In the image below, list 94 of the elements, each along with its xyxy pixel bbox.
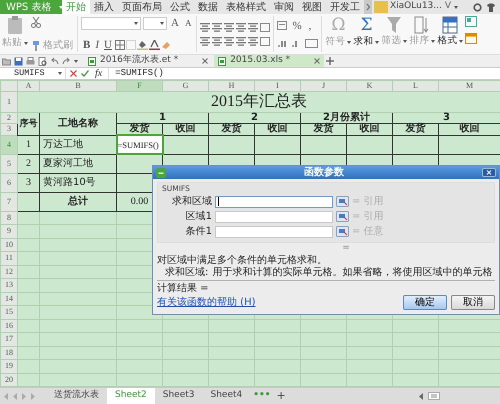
ribbon-tool-button[interactable]: Σ 求和 bbox=[353, 16, 380, 48]
field-hint: = 引用 bbox=[352, 211, 384, 222]
menu-tab[interactable]: 审阅 bbox=[270, 0, 298, 14]
result-value: = bbox=[342, 244, 350, 254]
dialog-title: 函数参数 bbox=[303, 167, 345, 178]
add-sheet-button[interactable]: + bbox=[274, 388, 289, 404]
field-hint: = 任意 bbox=[352, 226, 384, 238]
argument-name: 求和区域: bbox=[165, 267, 208, 278]
table-cell: 2 bbox=[18, 154, 40, 173]
row-header[interactable]: 17 bbox=[0, 332, 18, 346]
ok-button[interactable]: 确定 bbox=[403, 295, 447, 310]
row-header[interactable]: 9 bbox=[0, 224, 18, 238]
help-link[interactable]: 有关该函数的帮助 (H) bbox=[157, 297, 256, 308]
row-header[interactable]: 5 bbox=[0, 154, 18, 173]
table-cell: 发货 bbox=[300, 124, 346, 135]
underline-button[interactable]: U bbox=[102, 38, 114, 51]
table-cell: 收回 bbox=[162, 124, 208, 135]
shrink-font-button[interactable]: A bbox=[182, 18, 194, 28]
row-header[interactable]: 7 bbox=[0, 192, 18, 211]
table-cell: 收回 bbox=[254, 124, 300, 135]
menu-tab[interactable]: 开始 bbox=[62, 0, 90, 14]
column-header[interactable]: I bbox=[254, 80, 300, 92]
column-header[interactable]: B bbox=[40, 80, 116, 92]
table-cell: 发货 bbox=[392, 124, 438, 135]
table-cell: 序号 bbox=[18, 112, 40, 135]
document-tab[interactable]: 2016年流水表.et * bbox=[84, 55, 212, 67]
function-description: 对区域中满足多个条件的单元格求和。 bbox=[157, 255, 328, 266]
row-header[interactable]: 8 bbox=[0, 211, 18, 224]
menu-tab[interactable]: 表格样式 bbox=[222, 0, 270, 14]
row-header[interactable]: 11 bbox=[0, 252, 18, 265]
name-box[interactable]: SUMIFS bbox=[0, 68, 66, 79]
table-cell: 1 bbox=[18, 135, 40, 154]
argument-description: 用于求和计算的实际单元格。如果省略，将使用区域中的单元格 bbox=[212, 267, 492, 278]
menu-tab[interactable]: 公式 bbox=[166, 0, 194, 14]
column-header[interactable]: M bbox=[438, 80, 500, 92]
row-header[interactable]: 15 bbox=[0, 306, 18, 319]
sheet-tab[interactable]: Sheet4 bbox=[202, 388, 250, 404]
table-cell: 3 bbox=[392, 112, 500, 124]
table-cell: 收回 bbox=[346, 124, 392, 135]
table-cell: 夏家河工地 bbox=[40, 154, 116, 173]
table-cell: 总计 bbox=[40, 192, 116, 211]
row-header[interactable]: 3 bbox=[0, 124, 18, 135]
table-cell: 工地名称 bbox=[40, 112, 116, 135]
menu-tab[interactable]: 数据 bbox=[194, 0, 222, 14]
table-cell: 2 bbox=[208, 112, 300, 124]
table-cell: 黄河路10号 bbox=[40, 173, 116, 192]
table-cell: 发货 bbox=[208, 124, 254, 135]
insert-function-button[interactable]: fx bbox=[93, 68, 104, 79]
sheet-tab[interactable]: Sheet2 bbox=[107, 388, 155, 404]
grow-font-button[interactable]: A bbox=[169, 17, 181, 30]
column-header[interactable]: A bbox=[18, 80, 40, 92]
row-header[interactable]: 14 bbox=[0, 292, 18, 306]
user-name[interactable]: XiaOLu13... bbox=[390, 2, 442, 12]
row-header[interactable]: 12 bbox=[0, 265, 18, 278]
menu-tab[interactable]: 视图 bbox=[298, 0, 326, 14]
column-header[interactable]: G bbox=[162, 80, 208, 92]
field-hint: = 引用 bbox=[352, 196, 384, 208]
sheet-title: 2015年汇总表 bbox=[18, 92, 500, 112]
row-header[interactable]: 2 bbox=[0, 112, 18, 124]
menu-tab[interactable]: 页面布局 bbox=[118, 0, 166, 14]
menu-tab[interactable]: 插入 bbox=[90, 0, 118, 14]
italic-button[interactable]: I bbox=[93, 38, 102, 51]
field-label: 条件1 bbox=[184, 226, 212, 238]
row-header[interactable]: 20 bbox=[0, 373, 18, 386]
ribbon-tool-button[interactable]: 格式 bbox=[437, 16, 464, 46]
field-label: 求和区域 bbox=[171, 196, 212, 208]
row-header[interactable]: 10 bbox=[0, 238, 18, 252]
formula-field[interactable]: =SUMIFS() bbox=[108, 68, 500, 79]
row-header[interactable]: 19 bbox=[0, 360, 18, 373]
row-header[interactable]: 1 bbox=[0, 92, 18, 112]
document-tab[interactable]: 2015.03.xls * bbox=[214, 55, 324, 67]
row-header[interactable]: 16 bbox=[0, 319, 18, 332]
result-label: 计算结果 = bbox=[157, 283, 210, 294]
table-cell: 1 bbox=[116, 112, 208, 124]
row-header[interactable]: 13 bbox=[0, 278, 18, 292]
row-header[interactable]: 18 bbox=[0, 346, 18, 360]
vip-label: V bbox=[444, 2, 452, 12]
column-header[interactable]: H bbox=[208, 80, 254, 92]
field-label: 区域1 bbox=[184, 211, 212, 222]
thousands-button[interactable]: , bbox=[306, 20, 314, 32]
column-header[interactable]: L bbox=[392, 80, 438, 92]
percent-button[interactable]: % bbox=[290, 20, 304, 32]
column-header[interactable]: K bbox=[346, 80, 392, 92]
table-cell[interactable]: =SUMIFS() bbox=[116, 135, 162, 154]
cancel-button[interactable]: 取消 bbox=[451, 295, 495, 310]
table-cell: 3 bbox=[18, 173, 40, 192]
table-cell: 收回 bbox=[438, 124, 500, 135]
bold-button[interactable]: B bbox=[81, 38, 92, 51]
sheet-tab[interactable]: Sheet3 bbox=[154, 388, 202, 404]
column-header[interactable]: J bbox=[300, 80, 346, 92]
row-header[interactable]: 6 bbox=[0, 173, 18, 192]
sheet-tab[interactable]: 送货流水表 bbox=[46, 388, 107, 404]
menu-tab[interactable]: 开发工 bbox=[326, 0, 364, 14]
table-cell: 2月份累计 bbox=[300, 112, 392, 124]
